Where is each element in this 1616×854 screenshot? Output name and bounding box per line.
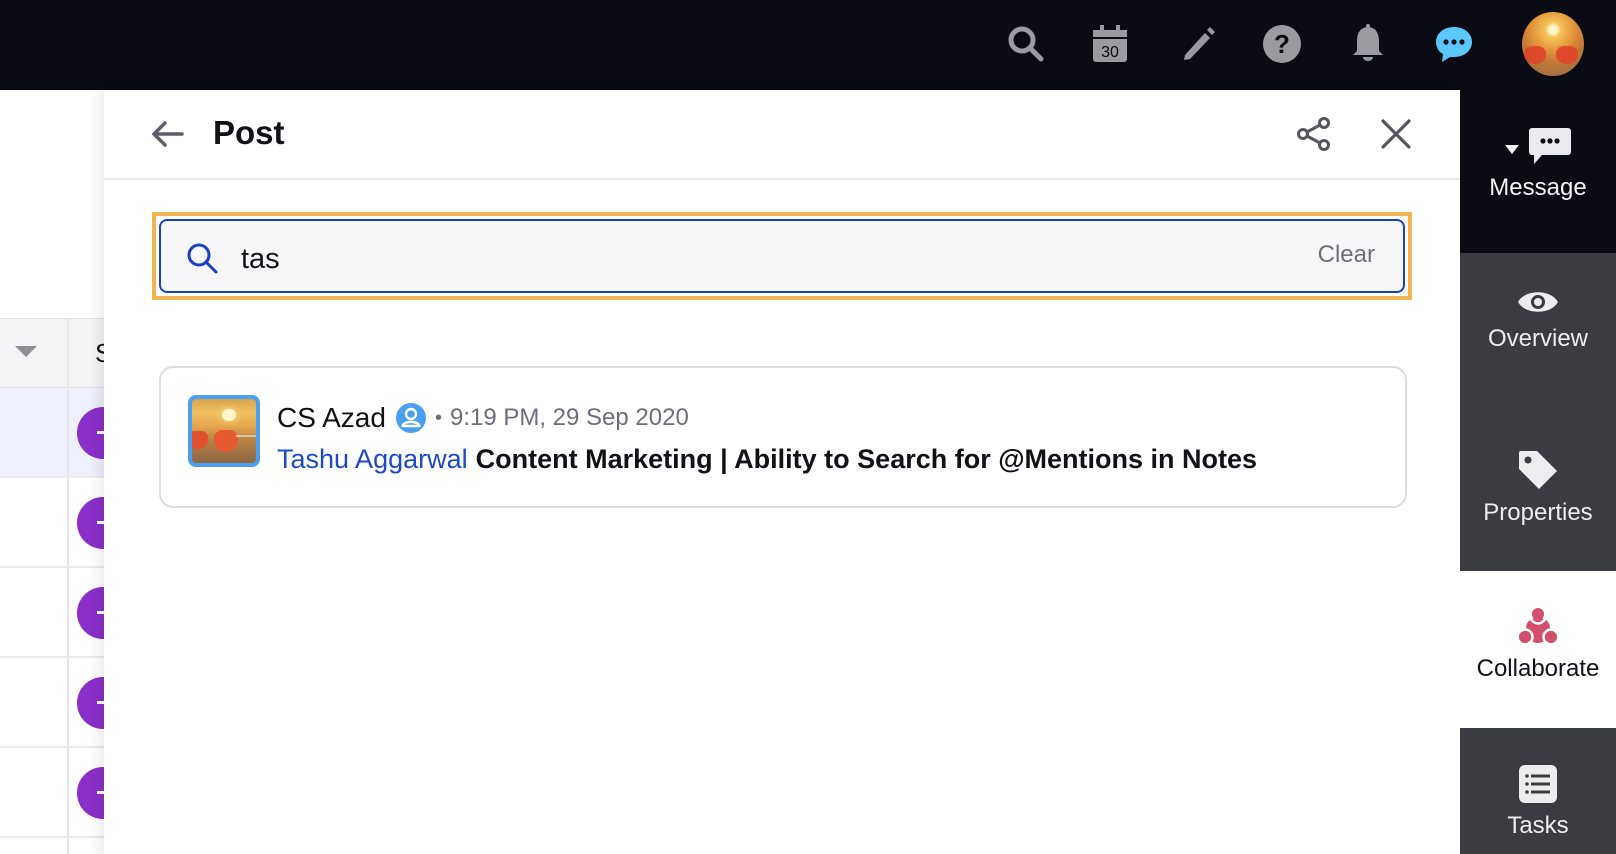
result-body: Tashu Aggarwal Content Marketing | Abilit… [277,444,1257,475]
user-avatar[interactable] [1522,12,1584,76]
author-avatar [188,395,260,467]
eye-icon [1518,292,1558,312]
background-table: S [0,90,110,854]
caret-down-icon[interactable] [1504,143,1520,155]
rail-item-properties[interactable]: Properties [1460,411,1616,571]
panel-header: Post [104,90,1460,180]
result-meta: CS Azad • 9:19 PM, 29 Sep 2020 [277,402,689,434]
search-result-card[interactable]: CS Azad • 9:19 PM, 29 Sep 2020 Tashu Agg… [159,366,1407,508]
sort-caret-icon[interactable] [15,346,37,357]
share-icon [1297,117,1330,151]
tasks-icon [1519,765,1557,803]
table-row[interactable] [0,748,110,838]
back-button[interactable] [148,116,186,152]
search-icon [187,243,218,274]
tag-icon [1519,451,1557,489]
table-row[interactable] [0,388,110,478]
clear-button[interactable]: Clear [1318,241,1375,269]
rail-item-tasks[interactable]: Tasks [1460,728,1616,854]
calendar-icon[interactable]: 30 [1088,22,1132,66]
rail-item-message[interactable]: Message [1460,90,1616,253]
rail-label: Collaborate [1476,655,1600,682]
pencil-icon[interactable] [1176,22,1220,66]
rail-item-overview[interactable]: Overview [1460,253,1616,411]
collaborate-icon [1517,607,1559,646]
arrow-left-icon [152,121,184,147]
post-title: Content Marketing | Ability to Search fo… [475,444,1258,474]
rail-label: Overview [1487,325,1589,352]
right-rail: Message Overview Properties Collaborate … [1460,90,1616,854]
table-row[interactable] [0,658,110,748]
rail-label: Tasks [1507,812,1569,839]
rail-label: Message [1489,174,1587,201]
search-field[interactable]: Clear [159,219,1405,293]
close-button[interactable] [1376,114,1416,154]
separator-dot: • [434,406,442,429]
svg-text:30: 30 [1101,44,1119,61]
share-button[interactable] [1294,114,1334,154]
panel-title: Post [213,114,285,151]
table-row[interactable] [0,568,110,658]
help-icon[interactable]: ? [1260,22,1304,66]
svg-text:?: ? [1274,29,1290,59]
message-icon [1529,128,1571,164]
search-input[interactable] [241,231,1241,287]
search-focus-ring: Clear [152,212,1412,300]
column-divider [67,318,69,854]
timestamp: 9:19 PM, 29 Sep 2020 [449,404,689,431]
author-name: CS Azad [277,402,386,433]
rail-item-collaborate[interactable]: Collaborate [1460,571,1616,728]
search-icon[interactable] [1004,22,1048,66]
table-row[interactable] [0,478,110,568]
close-icon [1381,119,1411,149]
user-badge-icon [395,403,426,433]
post-panel: Post Clear CS Azad • 9:19 PM, 29 Sep 202… [104,90,1460,854]
rail-label: Properties [1483,499,1593,526]
mention-link[interactable]: Tashu Aggarwal [277,444,468,474]
bell-icon[interactable] [1346,22,1390,66]
top-bar: 30 ? [0,0,1616,90]
chat-icon[interactable] [1432,22,1476,66]
